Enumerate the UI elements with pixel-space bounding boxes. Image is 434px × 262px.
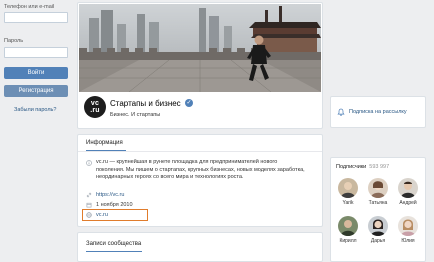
link-icon <box>86 192 92 198</box>
subscriber-name: Юлия <box>401 238 415 244</box>
highlight-frame <box>82 209 148 221</box>
group-avatar[interactable]: vc .ru <box>84 96 106 118</box>
phone-label: Телефон или e-mail <box>4 4 55 10</box>
password-label: Пароль <box>4 38 24 44</box>
cover-image <box>79 4 321 92</box>
subscriber-name: Yarik <box>342 200 354 206</box>
avatar <box>398 178 418 198</box>
group-description: vc.ru — крупнейшая в рунете площадка для… <box>96 159 305 180</box>
subscribers-title: Подписчики 593 997 <box>336 164 390 170</box>
divider <box>78 151 322 152</box>
info-icon <box>86 160 92 166</box>
verified-icon: ✓ <box>185 99 193 107</box>
info-title: Информация <box>86 140 123 146</box>
avatar <box>338 178 358 198</box>
subscribers-count: 593 997 <box>369 164 390 170</box>
subscribe-button[interactable]: Подписка на рассылку <box>349 109 407 115</box>
wall-tab-underline <box>86 251 142 252</box>
register-button[interactable]: Регистрация <box>4 85 68 97</box>
wall-title: Записи сообщества <box>86 241 142 247</box>
avatar <box>398 216 418 236</box>
avatar <box>368 178 388 198</box>
subscriber-item[interactable]: Дарья <box>367 216 389 244</box>
login-button[interactable]: Войти <box>4 67 68 79</box>
bell-icon <box>337 108 345 116</box>
subscriber-item[interactable]: Yarik <box>337 178 359 206</box>
subscriber-item[interactable]: Татьяна <box>367 178 389 206</box>
password-input[interactable] <box>4 47 68 58</box>
avatar <box>338 216 358 236</box>
group-name: Стартапы и бизнес <box>110 99 181 108</box>
subscriber-name: Андрей <box>399 200 417 206</box>
subscriber-item[interactable]: Кирилл <box>337 216 359 244</box>
subscriber-name: Татьяна <box>368 200 388 206</box>
founded-date: 1 ноября 2010 <box>96 202 133 208</box>
subscriber-name: Дарья <box>370 238 386 244</box>
subscriber-item[interactable]: Юлия <box>397 216 419 244</box>
avatar <box>368 216 388 236</box>
subscribers-card <box>330 157 426 262</box>
subscriber-item[interactable]: Андрей <box>397 178 419 206</box>
forgot-password-link[interactable]: Забыли пароль? <box>14 107 56 113</box>
phone-input[interactable] <box>4 12 68 23</box>
calendar-icon <box>86 202 92 208</box>
website-link[interactable]: https://vc.ru <box>96 192 124 198</box>
subscriber-name: Кирилл <box>339 238 357 244</box>
group-status: Бизнес. И стартапы <box>110 112 161 118</box>
